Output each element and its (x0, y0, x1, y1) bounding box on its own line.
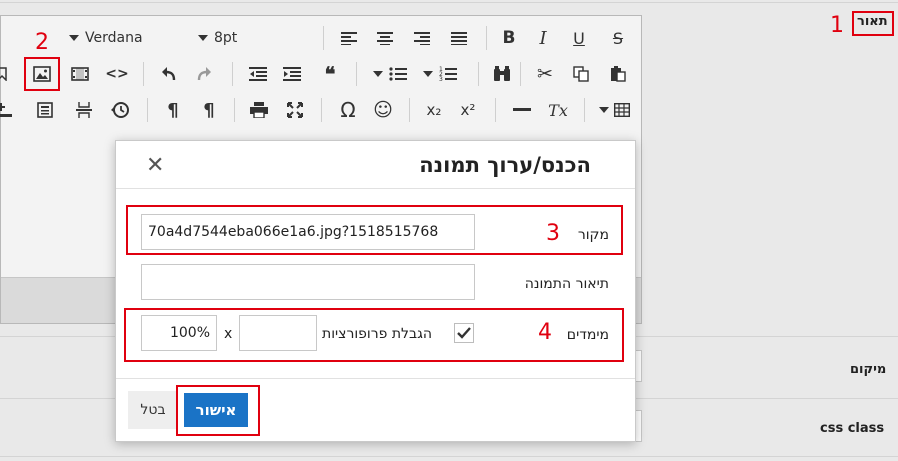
dialog-footer-divider (116, 378, 635, 379)
annotation-number-3: 3 (546, 221, 560, 246)
dialog-header-divider (116, 188, 635, 189)
css-class-label: css class (820, 421, 885, 436)
annotation-number-4: 4 (538, 320, 552, 345)
image-description-input[interactable] (141, 264, 475, 300)
top-border (0, 2, 898, 3)
cancel-button[interactable]: בטל (128, 391, 178, 429)
image-description-label: תיאור התמונה (524, 276, 609, 292)
annotation-box-1 (852, 11, 894, 36)
dialog-title: הכנס/ערוך תמונה (419, 153, 591, 177)
annotation-box-2 (24, 57, 60, 91)
row-divider (0, 456, 898, 457)
close-icon[interactable]: ✕ (146, 153, 164, 178)
annotation-box-ok (176, 385, 260, 436)
location-label: מיקום (850, 362, 887, 377)
annotation-number-1: 1 (830, 13, 844, 38)
annotation-number-2: 2 (35, 30, 49, 55)
